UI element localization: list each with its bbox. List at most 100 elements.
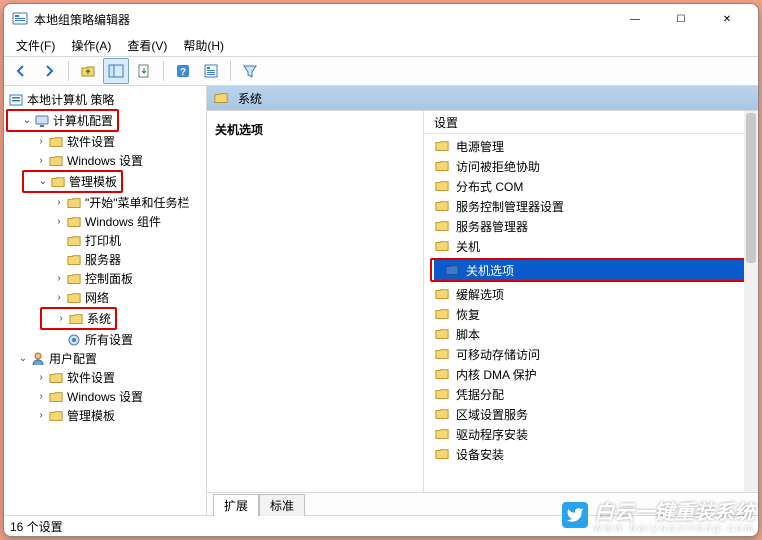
content-header: 系统 (207, 86, 758, 110)
list-item-label: 关机选项 (466, 262, 514, 279)
tree-root[interactable]: 本地计算机 策略 (4, 90, 206, 109)
show-hide-tree-button[interactable] (103, 58, 129, 84)
svg-text:?: ? (180, 67, 186, 78)
chevron-right-icon[interactable]: › (34, 154, 48, 168)
list-item[interactable]: 分布式 COM (424, 176, 758, 196)
list-item-label: 凭据分配 (456, 386, 504, 403)
tab-extended[interactable]: 扩展 (213, 494, 259, 516)
close-button[interactable]: ✕ (704, 4, 750, 34)
list-item-selected[interactable]: 关机选项 (434, 260, 750, 280)
vertical-scrollbar[interactable] (744, 111, 758, 492)
list-item-label: 服务器管理器 (456, 218, 528, 235)
list-item[interactable]: 脚本 (424, 324, 758, 344)
chevron-right-icon[interactable]: › (52, 272, 66, 286)
column-header-setting[interactable]: 设置 (424, 111, 758, 134)
chevron-right-icon[interactable]: › (34, 135, 48, 149)
chevron-right-icon[interactable]: › (52, 196, 66, 210)
chevron-down-icon[interactable]: ⌄ (36, 175, 50, 189)
tree-at-all-settings[interactable]: 所有设置 (4, 330, 206, 349)
computer-icon (34, 113, 50, 129)
list-item[interactable]: 电源管理 (424, 136, 758, 156)
chevron-right-icon[interactable]: › (34, 371, 48, 385)
policy-icon (8, 92, 24, 108)
folder-icon (434, 346, 450, 362)
list-item[interactable]: 服务器管理器 (424, 216, 758, 236)
list-item[interactable]: 缓解选项 (424, 284, 758, 304)
folder-icon (66, 252, 82, 268)
back-button[interactable] (8, 58, 34, 84)
tree-at-control-panel[interactable]: ›控制面板 (4, 269, 206, 288)
chevron-right-icon[interactable]: › (52, 291, 66, 305)
folder-icon (48, 153, 64, 169)
folder-icon (434, 158, 450, 174)
titlebar: 本地组策略编辑器 — ☐ ✕ (4, 4, 758, 34)
watermark-sub: www.baiyunxitong.com (594, 523, 756, 534)
settings-list[interactable]: 设置 电源管理访问被拒绝协助分布式 COM服务控制管理器设置服务器管理器关机关机… (424, 111, 758, 492)
list-item[interactable]: 区域设置服务 (424, 404, 758, 424)
toolbar-separator-2 (163, 61, 164, 81)
tree-uc-admin-templates[interactable]: ›管理模板 (4, 406, 206, 425)
list-item[interactable]: 凭据分配 (424, 384, 758, 404)
folder-icon (48, 134, 64, 150)
tree-uc-windows[interactable]: ›Windows 设置 (4, 387, 206, 406)
tree-user-config[interactable]: ⌄用户配置 (4, 349, 206, 368)
forward-button[interactable] (36, 58, 62, 84)
menu-view[interactable]: 查看(V) (121, 35, 173, 56)
up-folder-button[interactable] (75, 58, 101, 84)
tree-at-network[interactable]: ›网络 (4, 288, 206, 307)
folder-icon (213, 90, 229, 106)
folder-icon (434, 406, 450, 422)
list-item[interactable]: 可移动存储访问 (424, 344, 758, 364)
properties-button[interactable] (198, 58, 224, 84)
status-text: 16 个设置 (10, 518, 63, 535)
chevron-right-icon[interactable]: › (54, 312, 68, 326)
tree-uc-software[interactable]: ›软件设置 (4, 368, 206, 387)
list-item[interactable]: 关机 (424, 236, 758, 256)
content-header-label: 系统 (238, 90, 262, 107)
scrollbar-thumb[interactable] (746, 113, 756, 263)
help-button[interactable]: ? (170, 58, 196, 84)
watermark-main: 白云一键重装系统 (594, 502, 754, 524)
watermark-icon (562, 502, 588, 528)
menu-action[interactable]: 操作(A) (65, 35, 117, 56)
list-item-label: 缓解选项 (456, 286, 504, 303)
list-item[interactable]: 驱动程序安装 (424, 424, 758, 444)
tree-at-system[interactable]: ›系统 (42, 309, 115, 328)
tree-computer-config[interactable]: ⌄ 计算机配置 (8, 111, 117, 130)
chevron-right-icon[interactable]: › (34, 390, 48, 404)
tree-view[interactable]: 本地计算机 策略 ⌄ 计算机配置 ›软件设置 ›Windows 设置 ⌄管理模板… (4, 86, 207, 515)
menu-file[interactable]: 文件(F) (10, 35, 61, 56)
tree-cc-software[interactable]: ›软件设置 (4, 132, 206, 151)
list-item[interactable]: 服务控制管理器设置 (424, 196, 758, 216)
list-item[interactable]: 恢复 (424, 304, 758, 324)
export-list-button[interactable] (131, 58, 157, 84)
list-item[interactable]: 访问被拒绝协助 (424, 156, 758, 176)
filter-button[interactable] (237, 58, 263, 84)
watermark: 白云一键重装系统 www.baiyunxitong.com (562, 496, 756, 534)
folder-icon (48, 408, 64, 424)
list-item-label: 驱动程序安装 (456, 426, 528, 443)
chevron-right-icon[interactable]: › (52, 215, 66, 229)
tree-cc-admin-templates[interactable]: ⌄管理模板 (24, 172, 121, 191)
tree-cc-windows[interactable]: ›Windows 设置 (4, 151, 206, 170)
tree-at-windows-components[interactable]: ›Windows 组件 (4, 212, 206, 231)
tab-standard[interactable]: 标准 (259, 494, 305, 516)
menu-help[interactable]: 帮助(H) (177, 35, 230, 56)
detail-heading: 关机选项 (215, 121, 415, 138)
chevron-down-icon[interactable]: ⌄ (20, 114, 34, 128)
folder-icon (68, 311, 84, 327)
tree-at-printers[interactable]: 打印机 (4, 231, 206, 250)
toolbar: ? (4, 56, 758, 86)
list-item[interactable]: 设备安装 (424, 444, 758, 464)
tree-at-startmenu[interactable]: ›"开始"菜单和任务栏 (4, 193, 206, 212)
folder-icon (434, 366, 450, 382)
maximize-button[interactable]: ☐ (658, 4, 704, 34)
chevron-down-icon[interactable]: ⌄ (16, 352, 30, 366)
chevron-right-icon[interactable]: › (34, 409, 48, 423)
list-item-label: 分布式 COM (456, 178, 523, 195)
tree-at-server[interactable]: 服务器 (4, 250, 206, 269)
list-item[interactable]: 内核 DMA 保护 (424, 364, 758, 384)
minimize-button[interactable]: — (612, 4, 658, 34)
folder-icon (66, 290, 82, 306)
folder-icon (48, 389, 64, 405)
